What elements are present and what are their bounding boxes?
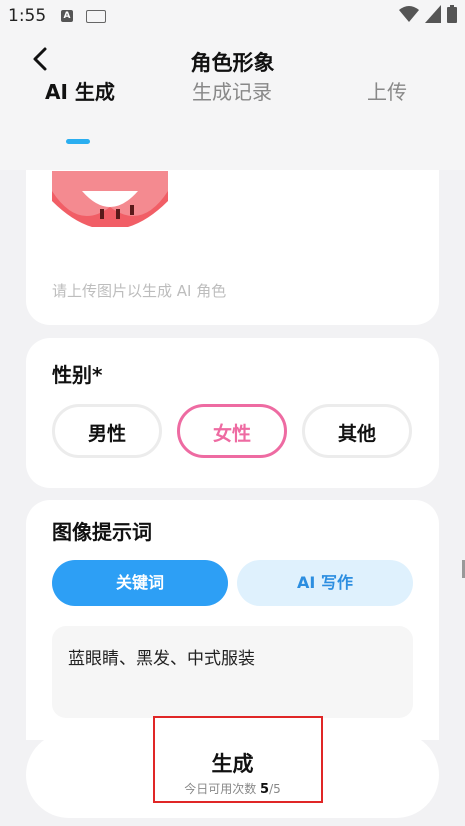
a-icon: A	[61, 10, 73, 22]
page-title: 角色形象	[190, 51, 275, 75]
prompt-title: 图像提示词	[52, 520, 152, 544]
wifi-icon	[399, 6, 419, 22]
active-tab-indicator	[66, 139, 90, 144]
prompt-textarea[interactable]: 蓝眼睛、黑发、中式服装	[52, 626, 413, 718]
tab-upload[interactable]: 上传	[367, 76, 407, 105]
signal-icon	[425, 5, 441, 23]
battery-icon	[447, 5, 457, 23]
upload-hint: 请上传图片以生成 AI 角色	[52, 282, 227, 300]
highlight-box	[153, 716, 323, 803]
keyword-mode-button[interactable]: 关键词	[52, 560, 228, 606]
status-bar: 1:55 A	[0, 0, 465, 34]
uploaded-image[interactable]	[52, 171, 168, 227]
prompt-text: 蓝眼睛、黑发、中式服装	[68, 649, 255, 669]
ai-write-mode-button[interactable]: AI 写作	[237, 560, 413, 606]
gender-option-other[interactable]: 其他	[302, 404, 412, 458]
tab-ai-generate[interactable]: AI 生成	[45, 76, 115, 105]
gender-option-male[interactable]: 男性	[52, 404, 162, 458]
character-image-icon	[52, 171, 168, 227]
gender-option-female[interactable]: 女性	[177, 404, 287, 458]
status-time: 1:55	[8, 6, 47, 26]
tab-history[interactable]: 生成记录	[192, 76, 272, 105]
gender-title: 性别*	[52, 363, 103, 387]
keyboard-icon	[86, 10, 106, 23]
